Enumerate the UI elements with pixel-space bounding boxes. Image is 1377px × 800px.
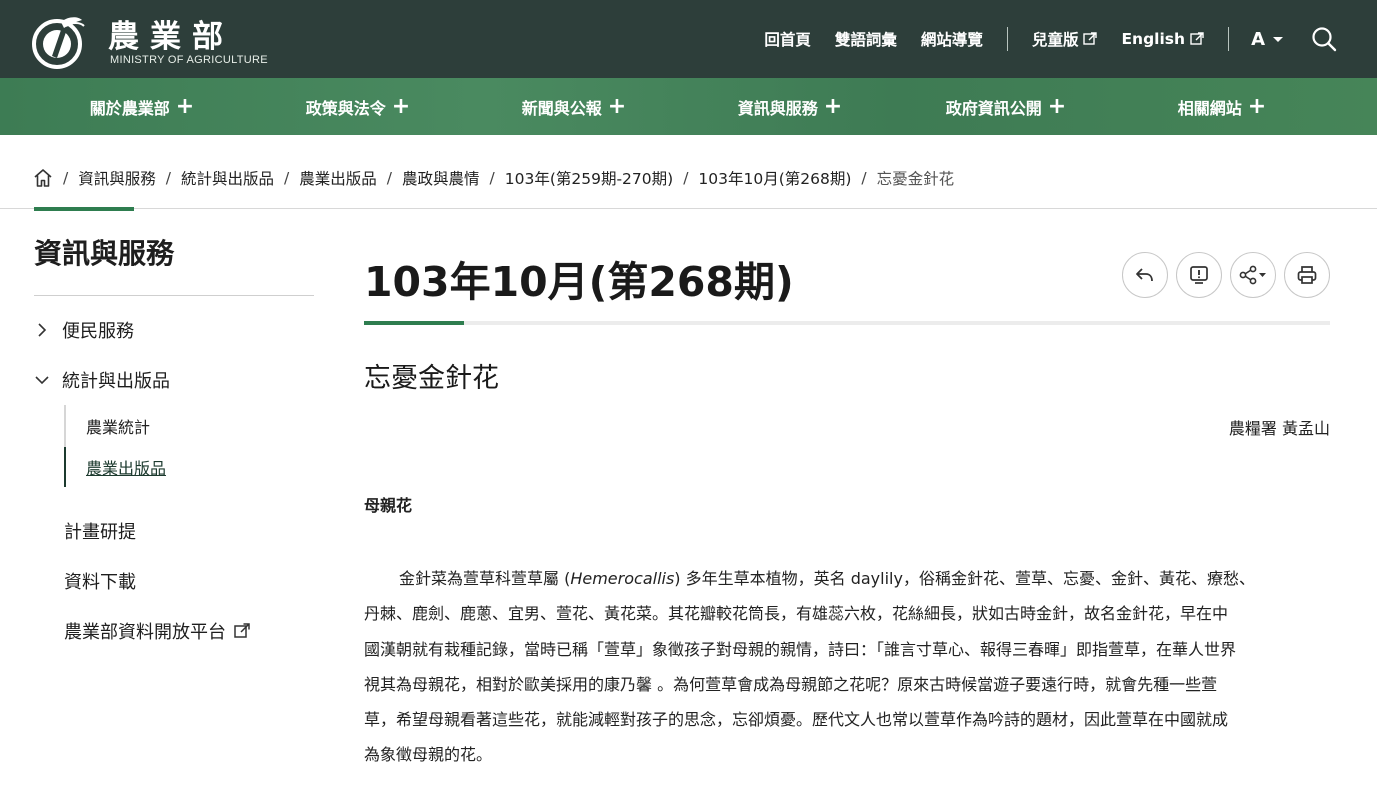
sidebar-subitem-agri-statistics[interactable]: 農業統計 — [86, 414, 150, 438]
sitemap-link[interactable]: 網站導覽 — [921, 28, 983, 50]
nav-item-label: 政策與法令 — [305, 98, 386, 118]
breadcrumb-separator: / — [683, 169, 689, 187]
page-title: 103年10月(第268期) — [364, 258, 794, 306]
title-divider — [364, 321, 1330, 325]
main-navigation: 關於農業部 + 政策與法令 + 新聞與公報 + 資訊與服務 + 政府資訊公開 + 相關網站… — [0, 78, 1377, 135]
plus-icon: + — [823, 93, 843, 119]
breadcrumb-separator: / — [165, 169, 171, 187]
share-icon — [1239, 265, 1266, 285]
logo-subtitle: MINISTRY OF AGRICULTURE — [110, 54, 268, 66]
title-divider-accent — [364, 321, 464, 325]
breadcrumb-separator: / — [386, 169, 392, 187]
breadcrumb-separator: / — [489, 169, 495, 187]
kids-version-link[interactable]: 兒童版 — [1032, 28, 1098, 50]
breadcrumb-separator: / — [861, 169, 867, 187]
latin-genus-name: Hemerocallis — [570, 569, 675, 588]
nav-item-label: 新聞與公報 — [521, 98, 602, 118]
body-paragraph-line: 國漢朝就有栽種記錄，當時已稱「萱草」象徵孩子對母親的親情，詩曰：「誰言寸草心、報… — [364, 639, 1237, 659]
caret-down-icon — [1273, 36, 1283, 42]
kids-version-label: 兒童版 — [1031, 31, 1079, 49]
site-logo[interactable]: 農業部 MINISTRY OF AGRICULTURE — [26, 6, 286, 72]
nav-item-related-sites[interactable]: 相關網站 + — [1114, 78, 1330, 135]
plus-icon: + — [175, 93, 195, 119]
plus-icon: + — [1247, 93, 1267, 119]
sidebar-title: 資訊與服務 — [34, 237, 175, 270]
home-icon[interactable] — [33, 168, 53, 188]
divider — [1006, 27, 1008, 51]
english-label: English — [1121, 30, 1186, 48]
home-link[interactable]: 回首頁 — [764, 28, 811, 50]
article-author: 農糧署 黃孟山 — [1228, 419, 1330, 438]
breadcrumb-separator: / — [284, 169, 290, 187]
breadcrumb-item[interactable]: 統計與出版品 — [181, 167, 274, 189]
breadcrumb-item[interactable]: 資訊與服務 — [78, 167, 156, 189]
feedback-button[interactable] — [1176, 252, 1222, 298]
body-paragraph-line: 為象徵母親的花。 — [364, 745, 493, 765]
breadcrumb-divider-accent — [34, 207, 134, 211]
breadcrumb-divider — [0, 208, 1377, 209]
body-paragraph-line: 丹棘、鹿劍、鹿蔥、宜男、萱花、黃花菜。其花瓣較花筒長，有雄蕊六枚，花絲細長，狀如… — [364, 604, 1229, 624]
plus-icon: + — [607, 93, 627, 119]
sidebar-item-label: 便民服務 — [62, 321, 134, 342]
breadcrumb-item[interactable]: 農業出版品 — [299, 167, 377, 189]
external-link-icon — [234, 623, 250, 638]
sidebar-item-project-proposals[interactable]: 計畫研提 — [64, 518, 136, 544]
feedback-icon — [1190, 266, 1208, 284]
chevron-right-icon — [38, 323, 47, 337]
breadcrumb-separator: / — [63, 169, 69, 187]
nav-item-label: 相關網站 — [1177, 98, 1242, 118]
body-text: 金針菜為萱草科萱草屬 ( — [399, 569, 571, 588]
section-heading: 母親花 — [364, 496, 413, 515]
breadcrumb-item[interactable]: 農政與農情 — [402, 167, 480, 189]
external-link-icon — [1190, 32, 1204, 45]
breadcrumb-current: 忘憂金針花 — [876, 170, 955, 188]
logo-title: 農業部 — [108, 19, 234, 55]
back-button[interactable] — [1122, 252, 1168, 298]
share-button[interactable] — [1230, 252, 1276, 298]
external-link-icon — [1083, 32, 1098, 45]
article-title: 忘憂金針花 — [364, 363, 499, 394]
font-size-label: A — [1251, 28, 1265, 50]
sidebar-subitem-agri-publications[interactable]: 農業出版品 — [86, 455, 166, 479]
body-paragraph-line: 金針菜為萱草科萱草屬 (Hemerocallis) 多年生草本植物，英名 day… — [364, 561, 1330, 596]
print-icon — [1297, 266, 1317, 284]
sidebar-item-downloads[interactable]: 資料下載 — [64, 568, 136, 594]
ministry-emblem-icon — [32, 17, 85, 69]
search-icon[interactable] — [1311, 26, 1337, 52]
nav-item-label: 關於農業部 — [89, 98, 170, 118]
top-header: 農業部 MINISTRY OF AGRICULTURE 回首頁 雙語詞彙 網站導… — [0, 0, 1377, 78]
english-link[interactable]: English — [1121, 30, 1204, 48]
nav-item-news[interactable]: 新聞與公報 + — [466, 78, 682, 135]
body-text: ) 多年生草本植物，英名 daylily，俗稱金針花、萱草、忘憂、金針、黃花、療… — [674, 569, 1255, 588]
plus-icon: + — [391, 93, 411, 119]
sidebar-item-open-data-platform[interactable]: 農業部資料開放平台 — [64, 618, 250, 644]
sidebar-item-label: 農業部資料開放平台 — [64, 622, 226, 643]
active-indicator — [64, 447, 66, 487]
nav-item-label: 政府資訊公開 — [945, 98, 1042, 118]
sidebar-item-statistics-publications[interactable]: 統計與出版品 — [34, 367, 170, 393]
chevron-down-icon — [35, 376, 49, 385]
nav-item-services[interactable]: 資訊與服務 + — [682, 78, 898, 135]
sidebar-item-label: 統計與出版品 — [62, 371, 170, 392]
nav-item-policy[interactable]: 政策與法令 + — [250, 78, 466, 135]
sidebar-submenu: 農業統計 農業出版品 — [64, 405, 264, 487]
breadcrumb: / 資訊與服務 / 統計與出版品 / 農業出版品 / 農政與農情 / 103年(… — [33, 164, 954, 192]
breadcrumb-item[interactable]: 103年(第259期-270期) — [505, 167, 673, 189]
sidebar-item-public-services[interactable]: 便民服務 — [34, 317, 134, 343]
back-icon — [1136, 268, 1153, 282]
sidebar-divider — [34, 295, 314, 296]
font-size-button[interactable]: A — [1251, 29, 1283, 50]
article-body: 金針菜為萱草科萱草屬 (Hemerocallis) 多年生草本植物，英名 day… — [364, 561, 1330, 773]
print-button[interactable] — [1284, 252, 1330, 298]
nav-item-about[interactable]: 關於農業部 + — [34, 78, 250, 135]
nav-item-label: 資訊與服務 — [737, 98, 818, 118]
glossary-link[interactable]: 雙語詞彙 — [835, 28, 897, 50]
body-paragraph-line: 草，希望母親看著這些花，就能減輕對孩子的思念，忘卻煩憂。歷代文人也常以萱草作為吟… — [364, 710, 1229, 730]
utility-links: 回首頁 雙語詞彙 網站導覽 兒童版 English A — [740, 0, 1337, 78]
breadcrumb-item[interactable]: 103年10月(第268期) — [698, 167, 851, 189]
plus-icon: + — [1047, 93, 1067, 119]
body-paragraph-line: 視其為母親花，相對於歐美採用的康乃馨 。為何萱草會成為母親節之花呢？原來古時候當… — [364, 674, 1218, 694]
nav-item-open-info[interactable]: 政府資訊公開 + — [898, 78, 1114, 135]
divider — [1228, 27, 1230, 51]
